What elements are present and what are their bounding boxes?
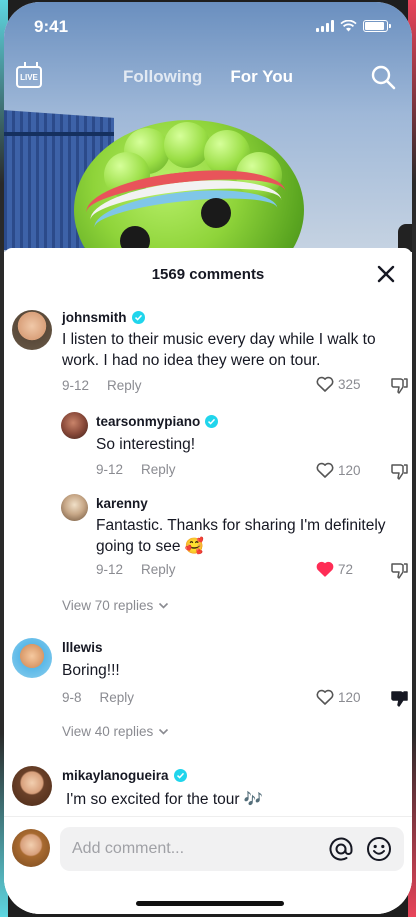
comment-username[interactable]: lllewis [62, 640, 103, 655]
comment-text: Fantastic. Thanks for sharing I'm defini… [96, 517, 386, 555]
view-replies-label: View 70 replies [62, 598, 154, 613]
comment-meta: 9-12 Reply [96, 462, 176, 477]
comment-text: I listen to their music every day while … [62, 331, 376, 369]
reply-button[interactable]: Reply [100, 690, 135, 705]
status-bar: 9:41 [4, 2, 412, 50]
like-count: 325 [338, 376, 361, 392]
comment-date: 9-12 [62, 378, 90, 393]
avatar[interactable] [61, 494, 88, 521]
heart-icon [316, 462, 334, 478]
close-icon[interactable] [374, 262, 398, 286]
comment-input-box [60, 827, 404, 871]
balloon-eye [201, 198, 231, 228]
heart-icon [316, 376, 334, 392]
username-text: lllewis [62, 640, 103, 655]
like-button[interactable]: 120 [316, 689, 361, 705]
view-replies-button[interactable]: View 70 replies [62, 598, 169, 613]
username-text: karenny [96, 496, 148, 511]
wifi-icon [340, 20, 357, 32]
comment-meta: 9-12 Reply [96, 562, 176, 577]
comment-username[interactable]: karenny [96, 496, 148, 511]
comments-header: 1569 comments [4, 248, 412, 300]
status-icons [316, 20, 391, 32]
home-indicator [136, 901, 284, 906]
verified-badge-icon [205, 415, 219, 428]
avatar[interactable] [12, 310, 52, 350]
comment-date: 9-12 [96, 562, 124, 577]
comment-username[interactable]: johnsmith [62, 310, 145, 325]
reply-button[interactable]: Reply [141, 462, 176, 477]
feed-tabs: Following For You [4, 67, 412, 87]
like-button[interactable]: 325 [316, 376, 361, 392]
battery-icon [363, 20, 391, 32]
chevron-down-icon [159, 602, 169, 609]
chevron-down-icon [159, 728, 169, 735]
like-button[interactable]: 72 [316, 561, 353, 577]
comment-reply-item: tearsonmypiano So interesting! 9-12 Repl… [4, 408, 412, 484]
like-button[interactable]: 120 [316, 462, 361, 478]
comment-item: lllewis Boring!!! 9-8 Reply 120 [4, 634, 412, 708]
comments-sheet: 1569 comments johnsmith I listen to thei… [4, 248, 412, 914]
search-icon[interactable] [370, 64, 396, 90]
cellular-signal-icon [316, 20, 334, 32]
battery-level [365, 22, 384, 30]
dislike-icon[interactable] [390, 462, 410, 482]
comment-username[interactable]: mikaylanogueira [62, 768, 187, 783]
comment-item: johnsmith I listen to their music every … [4, 306, 412, 406]
fence-rail [4, 132, 114, 136]
reply-button[interactable]: Reply [107, 378, 142, 393]
username-text: mikaylanogueira [62, 768, 169, 783]
view-replies-button[interactable]: View 40 replies [62, 724, 169, 739]
tab-for-you[interactable]: For You [230, 67, 293, 87]
like-count: 72 [338, 561, 354, 577]
emoji-icon[interactable] [366, 836, 392, 862]
view-replies-label: View 40 replies [62, 724, 154, 739]
mention-icon[interactable] [328, 836, 354, 862]
heart-filled-icon [316, 561, 334, 577]
heart-icon [316, 689, 334, 705]
reply-button[interactable]: Reply [141, 562, 176, 577]
verified-badge-icon [131, 311, 145, 324]
status-time: 9:41 [34, 17, 69, 36]
screen: 9:41 LIVE Following For You 1569 comment… [4, 2, 412, 914]
like-count: 120 [338, 462, 361, 478]
avatar[interactable] [61, 412, 88, 439]
comment-text: I'm so excited for the tour 🎶 [66, 791, 264, 808]
verified-badge-icon [173, 769, 187, 782]
comment-text: Boring!!! [62, 662, 120, 679]
phone-frame: 9:41 LIVE Following For You 1569 comment… [0, 0, 416, 917]
balloon-bump [164, 122, 210, 168]
top-navigation: LIVE Following For You [4, 62, 412, 92]
comment-input[interactable] [60, 827, 310, 871]
comment-item: mikaylanogueira I'm so excited for the t… [4, 762, 412, 816]
tab-following[interactable]: Following [123, 67, 202, 87]
comment-meta: 9-12 Reply [62, 378, 142, 393]
avatar[interactable] [12, 638, 52, 678]
avatar[interactable] [12, 766, 52, 806]
comment-meta: 9-8 Reply [62, 690, 134, 705]
comment-username[interactable]: tearsonmypiano [96, 414, 219, 429]
comment-composer [4, 816, 412, 914]
username-text: tearsonmypiano [96, 414, 201, 429]
dislike-filled-icon[interactable] [390, 689, 410, 709]
like-count: 120 [338, 689, 361, 705]
comment-text: So interesting! [96, 436, 196, 453]
comment-date: 9-8 [62, 690, 82, 705]
comment-date: 9-12 [96, 462, 124, 477]
dislike-icon[interactable] [390, 376, 410, 396]
comments-count: 1569 comments [151, 266, 265, 283]
comment-reply-item: karenny Fantastic. Thanks for sharing I'… [4, 490, 412, 590]
dislike-icon[interactable] [390, 561, 410, 581]
my-avatar [12, 829, 50, 867]
username-text: johnsmith [62, 310, 127, 325]
